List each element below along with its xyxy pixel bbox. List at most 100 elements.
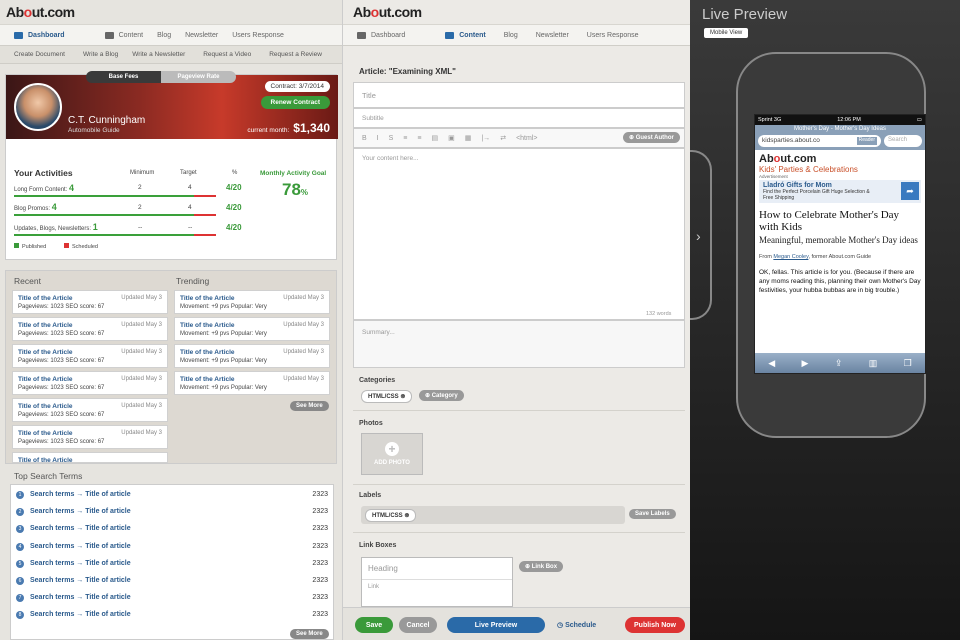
save-labels-button[interactable]: Save Labels	[629, 509, 676, 519]
chevron-right-icon[interactable]: ›	[696, 228, 701, 244]
mobile-view-button[interactable]: Mobile View	[704, 28, 749, 38]
activity-pct: 4/20	[226, 203, 242, 212]
publish-now-button[interactable]: Publish Now	[625, 617, 685, 633]
title-input[interactable]: Title	[353, 82, 685, 108]
table-button[interactable]: ▦	[465, 134, 472, 142]
preview-title: Live Preview	[702, 6, 788, 23]
html-button[interactable]: <html>	[516, 135, 537, 142]
add-category-button[interactable]: ⊕ Category	[419, 390, 464, 401]
summary-input[interactable]: Summary...	[353, 320, 685, 368]
list-item[interactable]: Title of the Article Updated May 3 Pagevie…	[12, 317, 168, 341]
list-item[interactable]: Title of the Article Updated May 3 Pagevie…	[12, 425, 168, 449]
activity-min: 2	[138, 184, 142, 191]
see-more-button[interactable]: See More	[290, 401, 329, 411]
site-section: Kids' Parties & Celebrations	[759, 165, 858, 174]
bold-button[interactable]: B	[362, 135, 367, 142]
list-item[interactable]: Title of the Article Updated May 3 Movemen…	[174, 290, 330, 314]
see-more-button[interactable]: See More	[290, 629, 329, 639]
list-item[interactable]: Title of the Article Updated May 3 Pagevie…	[12, 290, 168, 314]
label-tag[interactable]: HTML/CSS ⊗	[365, 509, 417, 522]
heading-input[interactable]: Heading	[362, 558, 512, 580]
legend-published: Published	[14, 243, 46, 250]
request-review-link[interactable]: Request a Review	[269, 51, 322, 58]
browser-bar: kidsparties.about.co Reader Search	[755, 133, 925, 150]
page-content: About.com Kids' Parties & Celebrations A…	[755, 150, 925, 298]
main-nav: Dashboard Content Blog Newsletter Users …	[0, 24, 342, 46]
image-button[interactable]: ▤	[431, 134, 438, 142]
menu-icon	[357, 31, 366, 39]
legend-scheduled: Scheduled	[64, 243, 98, 250]
link-input[interactable]: Link	[362, 580, 512, 594]
search-term-row[interactable]: 2 Search terms → Title of article 2323	[16, 503, 328, 520]
list-item[interactable]: Title of the Article Updated May 3 Movemen…	[174, 344, 330, 368]
guest-author-button[interactable]: ⊕ Guest Author	[623, 132, 680, 143]
list-item[interactable]: Title of the Article Updated May 3 Pagevie…	[12, 398, 168, 422]
nav-content[interactable]: Content	[445, 31, 486, 39]
bullet-list-button[interactable]: ≡	[403, 135, 407, 142]
search-term-row[interactable]: 1 Search terms → Title of article 2323	[16, 486, 328, 503]
forward-arrow-icon[interactable]: ▶	[802, 358, 809, 369]
link-button[interactable]: ⇄	[500, 134, 506, 142]
content-area[interactable]: Your content here...	[353, 148, 685, 320]
about-logo[interactable]: About.com	[6, 4, 75, 20]
nav-newsletter[interactable]: Newsletter	[185, 32, 218, 39]
add-photo-button[interactable]: + ADD PHOTO	[361, 433, 423, 475]
about-logo[interactable]: About.com	[353, 4, 422, 20]
search-term-row[interactable]: 6 Search terms → Title of article 2323	[16, 572, 328, 589]
ad-banner[interactable]: Lladró Gifts for Mom Find the Perfect Po…	[759, 180, 921, 203]
reader-button[interactable]: Reader	[856, 137, 877, 145]
live-preview-button[interactable]: Live Preview	[447, 617, 545, 633]
nav-users-response[interactable]: Users Response	[587, 32, 639, 39]
save-button[interactable]: Save	[355, 617, 393, 633]
nav-users-response[interactable]: Users Response	[232, 32, 284, 39]
nav-content[interactable]: Content	[104, 31, 143, 39]
subtitle-input[interactable]: Subtitle	[353, 108, 685, 128]
list-item[interactable]: Title of the Article	[12, 452, 168, 463]
italic-button[interactable]: I	[377, 135, 379, 142]
pageview-rate-tab[interactable]: Pageview Rate	[161, 71, 236, 83]
nav-blog[interactable]: Blog	[157, 32, 171, 39]
back-arrow-icon[interactable]: ◀	[768, 358, 775, 369]
schedule-link[interactable]: ◷ Schedule	[557, 621, 596, 629]
base-fees-tab[interactable]: Base Fees	[86, 71, 161, 83]
write-newsletter-link[interactable]: Write a Newsletter	[132, 51, 185, 58]
list-item[interactable]: Title of the Article Updated May 3 Pagevie…	[12, 344, 168, 368]
renew-contract-button[interactable]: Renew Contract	[260, 96, 330, 109]
request-video-link[interactable]: Request a Video	[203, 51, 251, 58]
link-box: Heading Link	[361, 557, 513, 607]
remove-icon[interactable]: ⊗	[404, 513, 409, 519]
number-list-button[interactable]: ≡	[417, 135, 421, 142]
search-term-row[interactable]: 8 Search terms → Title of article 2323	[16, 606, 328, 623]
category-tag[interactable]: HTML/CSS ⊗	[361, 390, 413, 403]
author-link[interactable]: Megan Cooley	[773, 254, 808, 260]
cancel-button[interactable]: Cancel	[399, 617, 437, 633]
strike-button[interactable]: S	[389, 135, 394, 142]
avatar	[14, 83, 62, 131]
remove-icon[interactable]: ⊗	[400, 394, 405, 400]
activity-pct: 4/20	[226, 223, 242, 232]
search-term-row[interactable]: 7 Search terms → Title of article 2323	[16, 589, 328, 606]
search-term-row[interactable]: 4 Search terms → Title of article 2323	[16, 538, 328, 555]
bookmarks-icon[interactable]: ▥	[869, 358, 878, 369]
list-item[interactable]: Title of the Article Updated May 3 Movemen…	[174, 317, 330, 341]
media-button[interactable]: ▣	[448, 134, 455, 142]
share-icon[interactable]: ⇪	[835, 358, 843, 369]
add-link-box-button[interactable]: ⊕ Link Box	[519, 561, 564, 572]
nav-dashboard[interactable]: Dashboard	[14, 31, 65, 39]
share-arrow-icon[interactable]: ➦	[901, 182, 919, 200]
create-document-link[interactable]: Create Document	[14, 51, 65, 58]
search-term-row[interactable]: 5 Search terms → Title of article 2323	[16, 555, 328, 572]
search-term-row[interactable]: 3 Search terms → Title of article 2323	[16, 520, 328, 537]
nav-blog[interactable]: Blog	[504, 32, 518, 39]
indent-button[interactable]: |→	[481, 135, 490, 142]
collapse-handle[interactable]	[690, 150, 712, 320]
url-field[interactable]: kidsparties.about.co Reader	[758, 135, 881, 147]
list-item[interactable]: Title of the Article Updated May 3 Movemen…	[174, 371, 330, 395]
tabs-icon[interactable]: ❐	[904, 358, 912, 369]
nav-newsletter[interactable]: Newsletter	[536, 32, 569, 39]
search-field[interactable]: Search	[884, 135, 922, 147]
write-blog-link[interactable]: Write a Blog	[83, 51, 118, 58]
nav-dashboard[interactable]: Dashboard	[357, 31, 405, 39]
list-item[interactable]: Title of the Article Updated May 3 Pagevie…	[12, 371, 168, 395]
labels-label: Labels	[359, 492, 382, 499]
